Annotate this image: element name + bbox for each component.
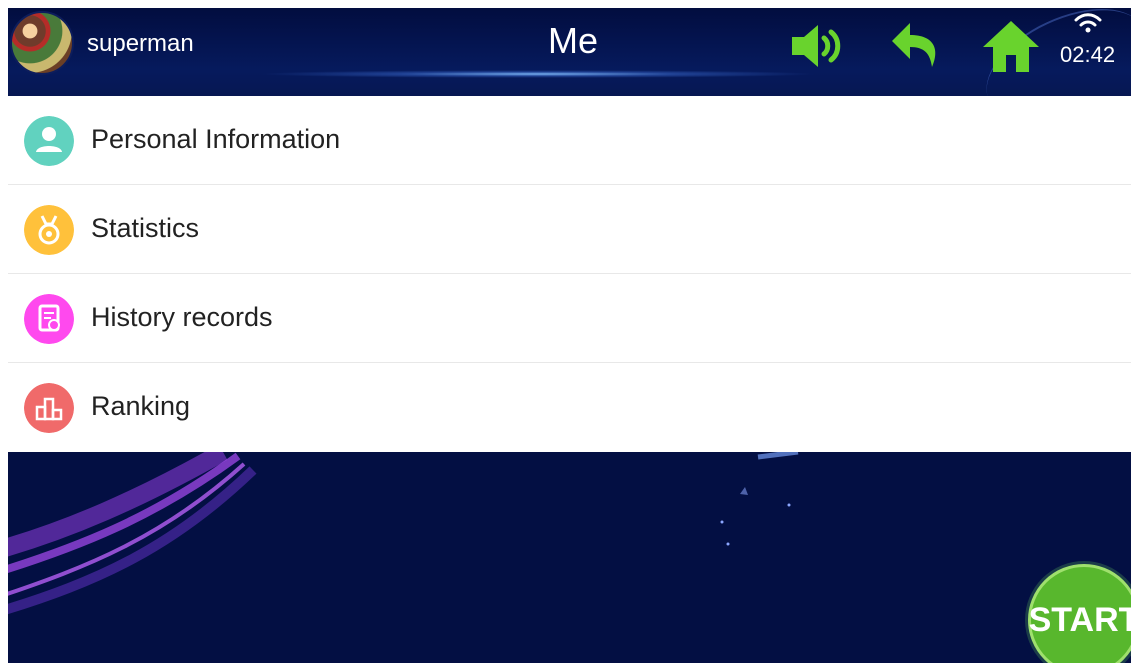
menu-item-personal-information[interactable]: Personal Information (8, 96, 1131, 185)
history-icon (24, 294, 74, 344)
menu-label: History records (91, 302, 273, 332)
menu-label: Ranking (91, 391, 191, 421)
background-swirl (8, 452, 799, 615)
top-bar: superman Me 02:42 (8, 8, 1131, 96)
avatar[interactable] (10, 11, 74, 75)
menu-item-history-records[interactable]: History records (8, 274, 1131, 363)
back-arrow-icon[interactable] (888, 19, 948, 73)
menu-item-ranking[interactable]: Ranking (8, 363, 1131, 452)
app-screen: superman Me 02:42 Personal Information S… (8, 8, 1131, 663)
username: superman (87, 30, 194, 57)
status-time: 02:42 (1060, 42, 1116, 67)
menu-item-statistics[interactable]: Statistics (8, 185, 1131, 274)
medal-icon (24, 205, 74, 255)
page-title: Me (547, 20, 598, 61)
speaker-icon[interactable] (790, 21, 846, 71)
header-glow (258, 70, 818, 78)
home-icon[interactable] (980, 19, 1042, 74)
wifi-icon (1074, 13, 1102, 33)
ranking-icon (24, 383, 74, 433)
menu-label: Personal Information (91, 124, 341, 154)
profile-menu: Personal Information Statistics History … (8, 96, 1131, 452)
menu-label: Statistics (91, 213, 200, 243)
user-icon (24, 116, 74, 166)
